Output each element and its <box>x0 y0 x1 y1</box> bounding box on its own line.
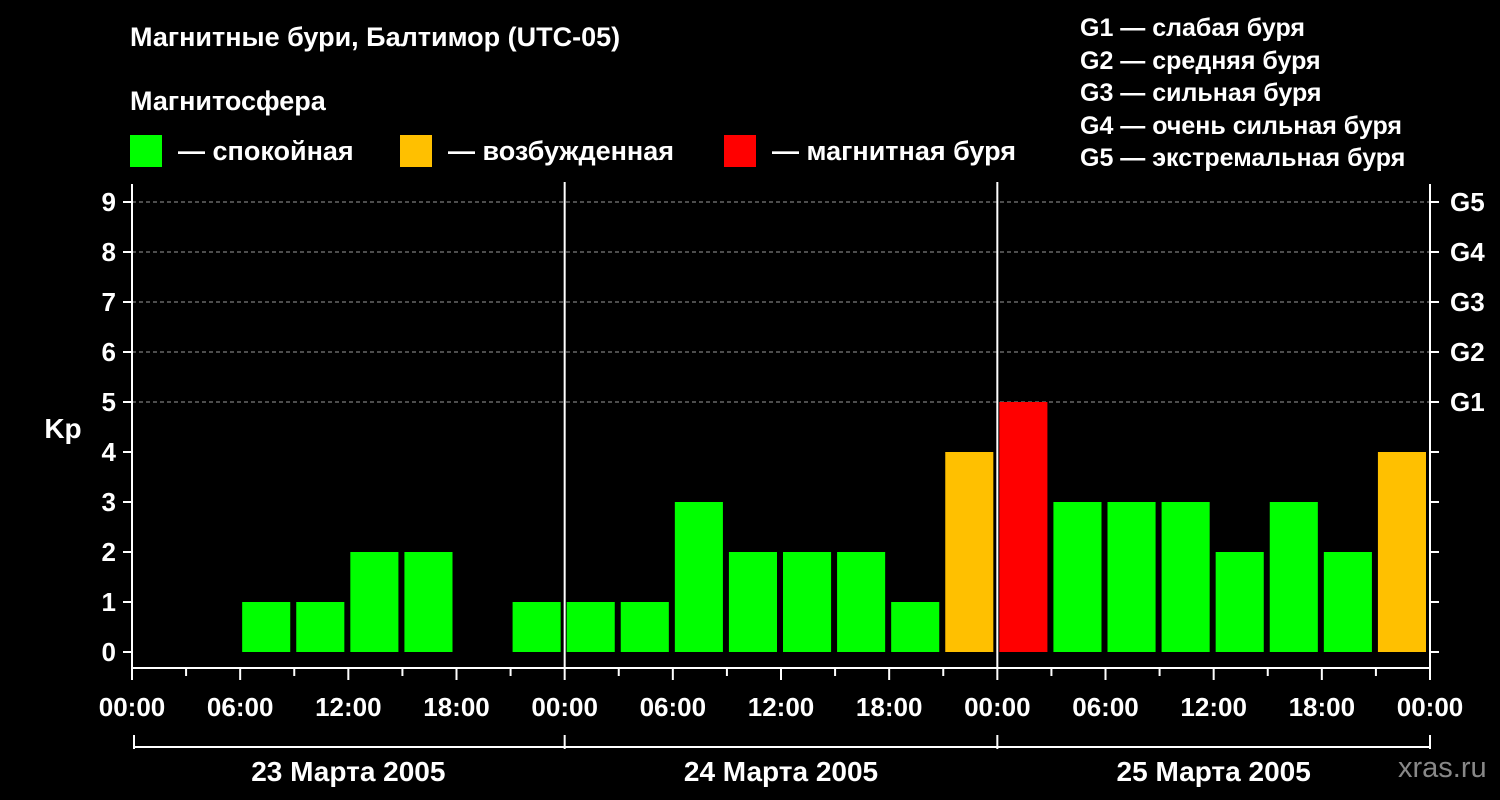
x-tick-label: 06:00 <box>207 692 274 722</box>
bar <box>1377 452 1426 652</box>
g-tick-label: G3 <box>1450 287 1485 317</box>
day-label: 23 Марта 2005 <box>251 756 445 787</box>
y-tick-label: 1 <box>102 587 116 617</box>
g-tick-label: G5 <box>1450 187 1485 217</box>
g-tick-label: G4 <box>1450 237 1485 267</box>
x-tick-label: 06:00 <box>1072 692 1139 722</box>
bar <box>620 602 669 652</box>
x-tick-label: 00:00 <box>964 692 1031 722</box>
x-tick-label: 12:00 <box>315 692 382 722</box>
day-label: 24 Марта 2005 <box>684 756 878 787</box>
bar <box>674 502 723 652</box>
y-axis-label: Kp <box>44 413 81 444</box>
g-tick-label: G1 <box>1450 387 1485 417</box>
day-label: 25 Марта 2005 <box>1117 756 1311 787</box>
x-tick-label: 18:00 <box>1289 692 1356 722</box>
y-tick-label: 0 <box>102 637 116 667</box>
y-tick-label: 3 <box>102 487 116 517</box>
bar <box>1323 552 1372 652</box>
bar <box>945 452 994 652</box>
bar <box>1107 502 1156 652</box>
bar <box>728 552 777 652</box>
kp-bar-chart: 0 1 2 3 4 5 6 7 8 9 G1 G2 G3 G4 G5 Kp 00:00 06:00 12:00 18:… <box>44 182 1485 787</box>
bar <box>512 602 561 652</box>
bar <box>1053 502 1102 652</box>
x-tick-label: 00:00 <box>1397 692 1464 722</box>
watermark: xras.ru <box>1398 752 1487 784</box>
bar <box>242 602 291 652</box>
bar <box>1269 502 1318 652</box>
g-tick-label: G2 <box>1450 337 1485 367</box>
bar <box>999 402 1048 652</box>
y-tick-label: 4 <box>102 437 117 467</box>
bar <box>837 552 886 652</box>
y-tick-label: 2 <box>102 537 116 567</box>
bar <box>350 552 399 652</box>
y-tick-label: 6 <box>102 337 116 367</box>
bar <box>1161 502 1210 652</box>
y-tick-label: 8 <box>102 237 116 267</box>
bar <box>1215 552 1264 652</box>
x-tick-label: 12:00 <box>1180 692 1247 722</box>
bar <box>891 602 940 652</box>
bar <box>783 552 832 652</box>
bar <box>404 552 453 652</box>
x-tick-label: 06:00 <box>640 692 707 722</box>
y-tick-label: 7 <box>102 287 116 317</box>
x-tick-label: 18:00 <box>856 692 923 722</box>
x-tick-label: 00:00 <box>99 692 166 722</box>
x-tick-label: 18:00 <box>423 692 490 722</box>
bar <box>296 602 345 652</box>
y-tick-label: 5 <box>102 387 116 417</box>
x-tick-label: 00:00 <box>531 692 598 722</box>
y-tick-label: 9 <box>102 187 116 217</box>
bar <box>566 602 615 652</box>
x-tick-label: 12:00 <box>748 692 815 722</box>
